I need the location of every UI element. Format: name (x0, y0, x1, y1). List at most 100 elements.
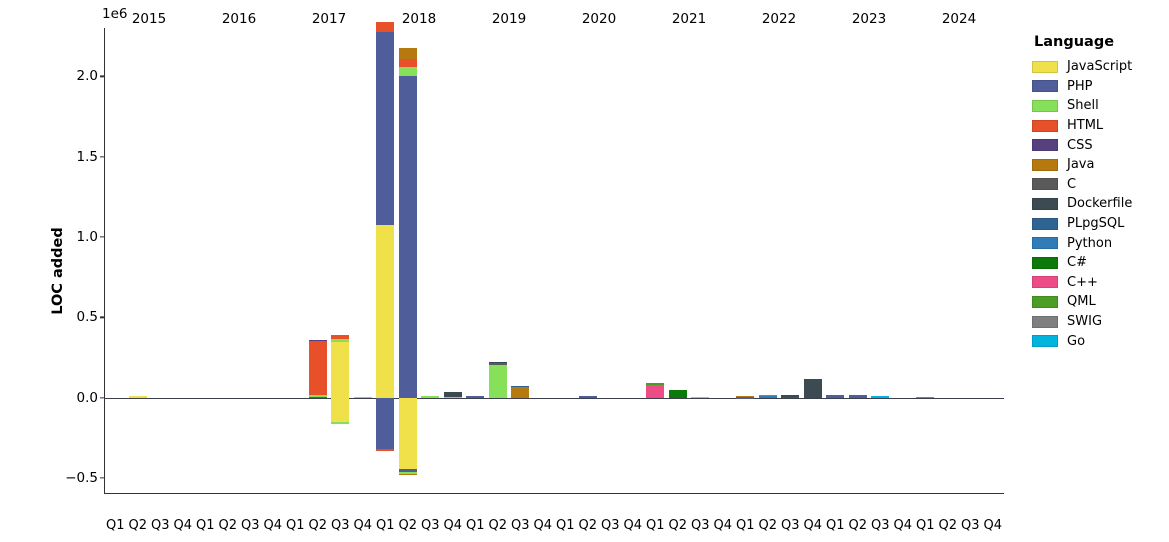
x-tick-label-2021Q4: Q4 (713, 518, 733, 533)
bar-2022Q4[interactable] (803, 28, 822, 494)
legend-item-javascript[interactable]: JavaScript (1032, 57, 1164, 77)
bar-segment-go (916, 396, 935, 398)
x-tick-label-2017Q3: Q3 (330, 518, 350, 533)
x-tick-label-2019Q1: Q1 (465, 518, 485, 533)
x-tick-label-2024Q3: Q3 (960, 518, 980, 533)
bar-segment-go (871, 396, 890, 398)
legend-swatch-icon (1032, 60, 1058, 73)
legend-title: Language (1034, 34, 1115, 50)
legend-swatch-icon (1032, 256, 1058, 269)
bar-2023Q3[interactable] (871, 28, 890, 494)
legend-item-python[interactable]: Python (1032, 233, 1164, 253)
bar-2022Q2[interactable] (758, 28, 777, 494)
x-tick-label-2015Q4: Q4 (173, 518, 193, 533)
x-axis-spine (104, 492, 1004, 494)
bar-segment-shell (691, 397, 710, 399)
x-tick-label-2023Q1: Q1 (825, 518, 845, 533)
bar-segment-c- (646, 384, 665, 398)
legend-label: Python (1067, 235, 1113, 251)
x-tick-label-2024Q2: Q2 (938, 518, 958, 533)
bar-segment-html (331, 335, 350, 339)
x-tick-label-2018Q4: Q4 (443, 518, 463, 533)
bar-segment-plpgsql (511, 385, 530, 387)
bar-segment-neg-javascript (331, 397, 350, 423)
bar-2018Q3[interactable] (421, 28, 440, 494)
legend-item-c[interactable]: C (1032, 175, 1164, 195)
bar-2023Q2[interactable] (848, 28, 867, 494)
bar-segment-php (308, 396, 327, 398)
bar-2019Q2[interactable] (488, 28, 507, 494)
x-tick-label-2019Q4: Q4 (533, 518, 553, 533)
y-tick-mark (99, 236, 104, 238)
x-tick-label-2016Q1: Q1 (195, 518, 215, 533)
legend-label: SWIG (1067, 314, 1103, 330)
bar-2022Q3[interactable] (781, 28, 800, 494)
bar-2023Q1[interactable] (826, 28, 845, 494)
bar-segment-c- (668, 389, 687, 398)
y-tick-label: 2.0 (76, 68, 98, 85)
bar-2019Q3[interactable] (511, 28, 530, 494)
bar-2015Q2[interactable] (128, 28, 147, 494)
legend-item-c-[interactable]: C++ (1032, 273, 1164, 293)
bar-2017Q4[interactable] (353, 28, 372, 494)
legend-item-qml[interactable]: QML (1032, 292, 1164, 312)
bar-segment-shell (443, 396, 462, 399)
bar-2022Q1[interactable] (736, 28, 755, 494)
legend: Language JavaScript PHP Shell HTML CSS Java C D… (1032, 34, 1164, 351)
x-year-label-2024: 2024 (941, 11, 977, 27)
legend-label: C (1067, 176, 1077, 192)
legend-label: Java (1067, 157, 1095, 173)
bar-segment-neg-javascript (398, 397, 417, 470)
legend-item-php[interactable]: PHP (1032, 77, 1164, 97)
x-year-label-2021: 2021 (671, 11, 707, 27)
legend-item-shell[interactable]: Shell (1032, 96, 1164, 116)
legend-item-plpgsql[interactable]: PLpgSQL (1032, 214, 1164, 234)
bar-2017Q2[interactable] (308, 28, 327, 494)
legend-item-html[interactable]: HTML (1032, 116, 1164, 136)
x-tick-label-2022Q1: Q1 (735, 518, 755, 533)
legend-item-java[interactable]: Java (1032, 155, 1164, 175)
legend-item-c-[interactable]: C# (1032, 253, 1164, 273)
legend-item-swig[interactable]: SWIG (1032, 312, 1164, 332)
x-tick-label-2024Q1: Q1 (915, 518, 935, 533)
bar-segment-python (758, 396, 777, 398)
x-tick-label-2020Q4: Q4 (623, 518, 643, 533)
x-tick-label-2023Q4: Q4 (893, 518, 913, 533)
bar-2021Q3[interactable] (691, 28, 710, 494)
bar-2021Q1[interactable] (646, 28, 665, 494)
legend-label: PLpgSQL (1067, 216, 1125, 232)
y-tick-mark (99, 477, 104, 479)
legend-swatch-icon (1032, 315, 1058, 328)
bar-2024Q1[interactable] (916, 28, 935, 494)
x-tick-label-2024Q4: Q4 (983, 518, 1003, 533)
legend-item-css[interactable]: CSS (1032, 135, 1164, 155)
legend-item-dockerfile[interactable]: Dockerfile (1032, 194, 1164, 214)
bar-2017Q3[interactable] (331, 28, 350, 494)
x-year-label-2019: 2019 (491, 11, 527, 27)
x-tick-label-2022Q3: Q3 (780, 518, 800, 533)
x-tick-label-2016Q3: Q3 (240, 518, 260, 533)
bar-segment-javascript (376, 224, 395, 398)
bar-segment-dockerfile (488, 362, 507, 364)
x-year-label-2015: 2015 (131, 11, 167, 27)
bar-segment-html (376, 21, 395, 33)
legend-swatch-icon (1032, 335, 1058, 348)
bar-2018Q2[interactable] (398, 28, 417, 494)
x-tick-label-2022Q2: Q2 (758, 518, 778, 533)
bar-segment-neg-shell (331, 422, 350, 424)
bar-2018Q4[interactable] (443, 28, 462, 494)
x-tick-label-2015Q1: Q1 (105, 518, 125, 533)
bar-2020Q2[interactable] (578, 28, 597, 494)
bar-2018Q1[interactable] (376, 21, 395, 494)
legend-item-go[interactable]: Go (1032, 331, 1164, 351)
x-tick-label-2022Q4: Q4 (803, 518, 823, 533)
bar-2021Q2[interactable] (668, 28, 687, 494)
y-tick-label: 1.0 (76, 228, 98, 245)
x-tick-label-2023Q2: Q2 (848, 518, 868, 533)
bar-segment-go (758, 394, 777, 397)
x-tick-label-2018Q1: Q1 (375, 518, 395, 533)
bar-2019Q1[interactable] (466, 28, 485, 494)
y-tick-label: −0.5 (65, 469, 98, 486)
legend-swatch-icon (1032, 158, 1058, 171)
bar-segment-shell (353, 396, 372, 398)
